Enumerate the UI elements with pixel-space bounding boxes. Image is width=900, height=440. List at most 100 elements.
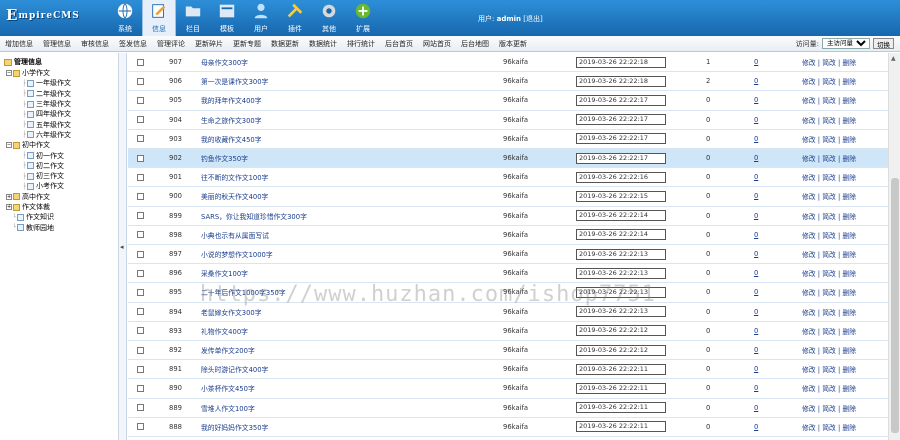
row-title[interactable]: 我的拜年作文400字 [201,95,262,105]
row-actions[interactable]: 修改 | 简改 | 删除 [802,403,856,413]
row-checkbox[interactable] [137,327,144,335]
row-title[interactable]: SARS，你让我知道珍惜作文300字 [201,211,307,221]
row-checkbox[interactable] [137,404,144,412]
row-title[interactable]: 小说的梦想作文1000字 [201,249,273,259]
expand-toggle-icon[interactable]: − [6,142,12,149]
row-comments-link[interactable]: 0 [754,212,758,220]
row-checkbox[interactable] [137,423,144,431]
tree-item[interactable]: └ 作文知识 [4,212,114,222]
row-comments-link[interactable]: 0 [754,308,758,316]
row-checkbox[interactable] [137,212,144,220]
subnav-item[interactable]: 排行统计 [342,39,380,49]
row-actions[interactable]: 修改 | 简改 | 删除 [802,230,856,240]
row-actions[interactable]: 修改 | 简改 | 删除 [802,57,856,67]
subnav-item[interactable]: 网站首页 [418,39,456,49]
row-comments-link[interactable]: 0 [754,327,758,335]
tree-item[interactable]: ├ 三年级作文 [4,99,114,109]
row-comments-link[interactable]: 0 [754,365,758,373]
row-title[interactable]: 老鼠嫁女作文300字 [201,307,262,317]
tree-item[interactable]: ├ 初一作文 [4,150,114,160]
row-title[interactable]: 小茶杯作文450字 [201,383,255,393]
row-actions[interactable]: 修改 | 简改 | 删除 [802,211,856,221]
tree-item[interactable]: ├ 五年级作文 [4,119,114,129]
tree-root[interactable]: 管理信息 [4,57,114,67]
row-checkbox[interactable] [137,365,144,373]
nav-user[interactable]: 用户 [244,0,278,36]
row-comments-link[interactable]: 0 [754,96,758,104]
row-actions[interactable]: 修改 | 简改 | 删除 [802,95,856,105]
row-actions[interactable]: 修改 | 简改 | 删除 [802,422,856,432]
row-time-input[interactable]: 2019-03-26 22:22:11 [576,402,666,414]
row-actions[interactable]: 修改 | 简改 | 删除 [802,383,856,393]
row-checkbox[interactable] [137,384,144,392]
row-title[interactable]: 往不断的文作文100字 [201,172,268,182]
tree-item[interactable]: + 作文体裁 [4,202,114,212]
row-time-input[interactable]: 2019-03-26 22:22:13 [576,306,666,318]
row-actions[interactable]: 修改 | 简改 | 删除 [802,364,856,374]
row-time-input[interactable]: 2019-03-26 22:22:17 [576,152,666,164]
subnav-item[interactable]: 签发信息 [114,39,152,49]
row-comments-link[interactable]: 0 [754,288,758,296]
row-time-input[interactable]: 2019-03-26 22:22:12 [576,344,666,356]
row-checkbox[interactable] [137,58,144,66]
row-title[interactable]: 雪堆人作文100字 [201,403,255,413]
row-title[interactable]: 第一次是课作文300字 [201,76,268,86]
row-time-input[interactable]: 2019-03-26 22:22:14 [576,210,666,222]
row-actions[interactable]: 修改 | 简改 | 删除 [802,249,856,259]
row-comments-link[interactable]: 0 [754,404,758,412]
row-title[interactable]: 母亲作文300字 [201,57,248,67]
row-time-input[interactable]: 2019-03-26 22:22:15 [576,190,666,202]
row-comments-link[interactable]: 0 [754,192,758,200]
row-title[interactable]: 发传单作文200字 [201,345,255,355]
nav-template[interactable]: 模板 [210,0,244,36]
subnav-item[interactable]: 数据统计 [304,39,342,49]
sidebar-toggle[interactable]: ◂ [118,53,127,440]
row-checkbox[interactable] [137,96,144,104]
tree-item[interactable]: − 初中作文 [4,140,114,150]
nav-pencil[interactable]: 信息 [142,0,176,36]
tree-item[interactable]: + 高中作文 [4,192,114,202]
row-time-input[interactable]: 2019-03-26 22:22:12 [576,325,666,337]
row-actions[interactable]: 修改 | 简改 | 删除 [802,326,856,336]
row-time-input[interactable]: 2019-03-26 22:22:17 [576,133,666,145]
scroll-thumb[interactable] [891,178,899,433]
row-actions[interactable]: 修改 | 简改 | 删除 [802,191,856,201]
expand-toggle-icon[interactable]: + [6,193,12,200]
row-actions[interactable]: 修改 | 简改 | 删除 [802,115,856,125]
row-title[interactable]: 钓鱼作文350字 [201,153,248,163]
tree-item[interactable]: ├ 初二作文 [4,161,114,171]
row-checkbox[interactable] [137,192,144,200]
row-checkbox[interactable] [137,308,144,316]
row-title[interactable]: 采桑作文100字 [201,268,248,278]
row-checkbox[interactable] [137,173,144,181]
subnav-item[interactable]: 数据更新 [266,39,304,49]
row-time-input[interactable]: 2019-03-26 22:22:11 [576,382,666,394]
subnav-item[interactable]: 后台地图 [456,39,494,49]
row-actions[interactable]: 修改 | 简改 | 删除 [802,307,856,317]
row-comments-link[interactable]: 0 [754,384,758,392]
tree-item[interactable]: ├ 四年级作文 [4,109,114,119]
nav-globe[interactable]: 系统 [108,0,142,36]
tree-item[interactable]: − 小学作文 [4,68,114,78]
row-checkbox[interactable] [137,231,144,239]
tree-item[interactable]: ├ 六年级作文 [4,130,114,140]
row-actions[interactable]: 修改 | 简改 | 删除 [802,345,856,355]
row-time-input[interactable]: 2019-03-26 22:22:14 [576,229,666,241]
subnav-item[interactable]: 管理评论 [152,39,190,49]
row-title[interactable]: 美丽的秋天作文400字 [201,191,268,201]
row-comments-link[interactable]: 0 [754,135,758,143]
tree-item[interactable]: ├ 初三作文 [4,171,114,181]
row-title[interactable]: 小典也示有从属面写试 [201,230,269,240]
switch-button[interactable]: 切换 [873,38,894,49]
subnav-item[interactable]: 版本更新 [494,39,532,49]
tree-item[interactable]: ├ 一年级作文 [4,78,114,88]
row-time-input[interactable]: 2019-03-26 22:22:18 [576,56,666,68]
tree-item[interactable]: ├ 小考作文 [4,181,114,191]
subnav-item[interactable]: 更新专题 [228,39,266,49]
nav-plus[interactable]: 扩展 [346,0,380,36]
row-time-input[interactable]: 2019-03-26 22:22:11 [576,421,666,433]
row-actions[interactable]: 修改 | 简改 | 删除 [802,153,856,163]
row-comments-link[interactable]: 0 [754,58,758,66]
tree-item[interactable]: ├ 二年级作文 [4,89,114,99]
row-checkbox[interactable] [137,288,144,296]
